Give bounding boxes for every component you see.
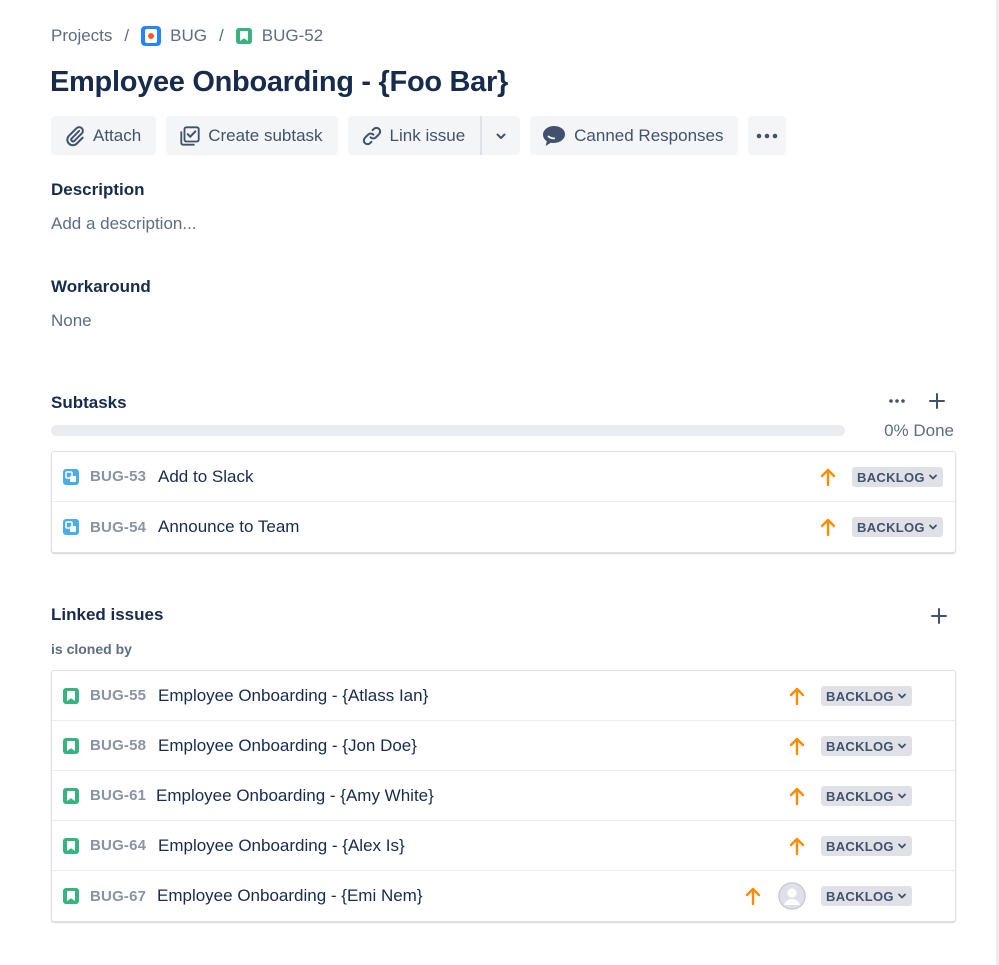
subtasks-heading: Subtasks — [51, 393, 127, 412]
priority-high-icon — [788, 836, 806, 861]
breadcrumb-issue-key[interactable]: BUG-52 — [262, 26, 323, 46]
linked-issue-row[interactable]: BUG-64 Employee Onboarding - {Alex Is} B… — [52, 821, 955, 871]
create-subtask-button[interactable]: Create subtask — [166, 116, 338, 155]
project-avatar-icon — [141, 26, 162, 46]
subtasks-progress-text: 0% Done — [884, 421, 954, 440]
status-dropdown[interactable]: BACKLOG — [821, 836, 912, 856]
status-dropdown[interactable]: BACKLOG — [821, 786, 912, 806]
subtask-row[interactable]: BUG-53 Add to Slack BACKLOG — [52, 452, 955, 502]
speech-bubble-icon — [541, 124, 567, 148]
status-label: BACKLOG — [826, 888, 894, 904]
add-linked-issue-icon[interactable] — [930, 607, 948, 625]
linked-issues-heading: Linked issues — [51, 605, 164, 624]
breadcrumb: Projects / BUG / BUG-52 — [51, 25, 323, 47]
subtasks-progress-bar — [51, 425, 845, 436]
workaround-heading: Workaround — [51, 277, 151, 296]
status-label: BACKLOG — [857, 519, 925, 535]
subtask-row[interactable]: BUG-54 Announce to Team BACKLOG — [52, 502, 955, 552]
priority-high-icon — [788, 686, 806, 711]
status-label: BACKLOG — [826, 688, 894, 704]
more-icon — [756, 133, 778, 139]
chevron-down-icon — [928, 472, 938, 482]
linked-issue-key[interactable]: BUG-64 — [90, 837, 146, 854]
add-subtask-icon[interactable] — [928, 392, 946, 410]
priority-high-icon — [788, 736, 806, 761]
linked-issue-row[interactable]: BUG-58 Employee Onboarding - {Jon Doe} B… — [52, 721, 955, 771]
subtasks-more-icon[interactable] — [888, 398, 906, 404]
status-dropdown[interactable]: BACKLOG — [821, 686, 912, 706]
story-icon — [63, 888, 79, 904]
linked-issues-list: BUG-55 Employee Onboarding - {Atlass Ian… — [51, 670, 956, 922]
status-label: BACKLOG — [826, 738, 894, 754]
priority-high-icon — [819, 467, 837, 492]
chevron-down-icon — [494, 129, 508, 143]
priority-high-icon — [744, 886, 762, 911]
create-subtask-label: Create subtask — [208, 125, 323, 145]
breadcrumb-project[interactable]: BUG — [170, 26, 207, 46]
subtask-icon — [63, 469, 79, 485]
story-icon — [235, 28, 252, 44]
story-icon — [63, 788, 79, 804]
subtasks-list: BUG-53 Add to Slack BACKLOG BUG-54 Annou… — [51, 451, 956, 553]
chevron-down-icon — [928, 522, 938, 532]
link-issue-button[interactable]: Link issue — [347, 116, 481, 155]
breadcrumb-separator: / — [219, 26, 224, 45]
paperclip-icon — [64, 125, 86, 147]
description-heading: Description — [51, 180, 145, 199]
linked-issue-summary[interactable]: Employee Onboarding - {Amy White} — [156, 786, 434, 806]
linked-issue-summary[interactable]: Employee Onboarding - {Jon Doe} — [158, 736, 417, 756]
linked-issue-key[interactable]: BUG-67 — [90, 888, 146, 905]
subtask-key[interactable]: BUG-53 — [90, 468, 146, 485]
subtask-icon — [63, 519, 79, 535]
chevron-down-icon — [897, 691, 907, 701]
story-icon — [63, 688, 79, 704]
description-field[interactable]: Add a description... — [51, 214, 197, 234]
story-icon — [63, 838, 79, 854]
subtask-summary[interactable]: Add to Slack — [158, 467, 253, 487]
breadcrumb-separator: / — [124, 26, 130, 45]
more-actions-button[interactable] — [748, 116, 787, 155]
chevron-down-icon — [897, 791, 907, 801]
linked-issue-key[interactable]: BUG-58 — [90, 737, 146, 754]
status-dropdown[interactable]: BACKLOG — [821, 736, 912, 756]
workaround-value[interactable]: None — [51, 311, 92, 331]
canned-responses-label: Canned Responses — [574, 125, 724, 145]
chevron-down-icon — [897, 741, 907, 751]
attach-label: Attach — [93, 125, 142, 145]
issue-title[interactable]: Employee Onboarding - {Foo Bar} — [50, 66, 508, 99]
linked-issue-summary[interactable]: Employee Onboarding - {Emi Nem} — [157, 886, 423, 906]
unassigned-avatar-icon[interactable] — [778, 882, 806, 910]
priority-high-icon — [819, 517, 837, 542]
link-issue-dropdown-button[interactable] — [480, 116, 521, 155]
subtask-checkbox-icon — [179, 125, 201, 147]
attach-button[interactable]: Attach — [51, 116, 157, 155]
linked-issue-row[interactable]: BUG-67 Employee Onboarding - {Emi Nem} B… — [52, 871, 955, 921]
status-dropdown[interactable]: BACKLOG — [852, 517, 943, 537]
issue-toolbar: Attach Create subtask Link issue Canned … — [51, 116, 796, 155]
subtask-key[interactable]: BUG-54 — [90, 519, 146, 536]
status-dropdown[interactable]: BACKLOG — [821, 886, 912, 906]
breadcrumb-projects[interactable]: Projects — [51, 26, 112, 46]
linked-issue-row[interactable]: BUG-61 Employee Onboarding - {Amy White}… — [52, 771, 955, 821]
link-issue-label: Link issue — [389, 125, 466, 145]
status-dropdown[interactable]: BACKLOG — [852, 467, 943, 487]
chevron-down-icon — [897, 841, 907, 851]
link-relation-label: is cloned by — [51, 641, 132, 657]
linked-issue-summary[interactable]: Employee Onboarding - {Alex Is} — [158, 836, 405, 856]
subtasks-actions — [888, 392, 946, 410]
story-icon — [63, 738, 79, 754]
linked-issue-key[interactable]: BUG-55 — [90, 687, 146, 704]
priority-high-icon — [788, 786, 806, 811]
linked-issue-row[interactable]: BUG-55 Employee Onboarding - {Atlass Ian… — [52, 671, 955, 721]
status-label: BACKLOG — [826, 788, 894, 804]
status-label: BACKLOG — [826, 838, 894, 854]
linked-issue-key[interactable]: BUG-61 — [90, 787, 146, 804]
canned-responses-button[interactable]: Canned Responses — [530, 116, 739, 155]
linked-issue-summary[interactable]: Employee Onboarding - {Atlass Ian} — [158, 686, 428, 706]
link-icon — [361, 125, 383, 147]
status-label: BACKLOG — [857, 469, 925, 485]
subtask-summary[interactable]: Announce to Team — [158, 517, 299, 537]
chevron-down-icon — [897, 891, 907, 901]
